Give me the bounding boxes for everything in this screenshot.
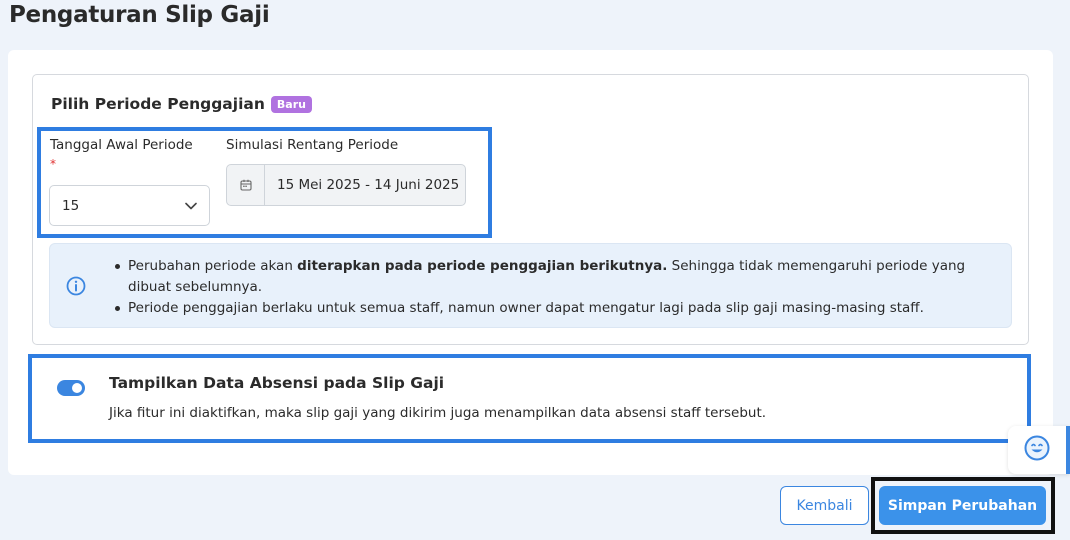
info-list: Perubahan periode akan diterapkan pada p… (110, 256, 1000, 319)
info-icon (66, 276, 86, 300)
simulation-range-value: 15 Mei 2025 - 14 Juni 2025 (277, 177, 460, 193)
start-date-selected-value: 15 (62, 197, 80, 214)
start-date-select[interactable]: 15 (49, 185, 210, 226)
back-button[interactable]: Kembali (780, 486, 869, 525)
toggle-knob (72, 383, 82, 393)
info-bullet-1-bold: diterapkan pada periode penggajian berik… (297, 258, 668, 274)
required-mark: * (50, 157, 56, 171)
period-section-title: Pilih Periode Penggajian Baru (51, 95, 312, 113)
page-title: Pengaturan Slip Gaji (9, 2, 270, 28)
feedback-edge (1066, 426, 1070, 474)
chevron-down-icon (185, 198, 197, 214)
attendance-toggle[interactable] (57, 380, 85, 396)
new-badge: Baru (270, 95, 312, 113)
info-bullet-1: Perubahan periode akan diterapkan pada p… (110, 256, 1000, 298)
save-changes-button[interactable]: Simpan Perubahan (879, 486, 1046, 525)
calendar-icon (227, 165, 265, 205)
info-bullet-2: Periode penggajian berlaku untuk semua s… (110, 298, 1000, 319)
attendance-description: Jika fitur ini diaktifkan, maka slip gaj… (109, 405, 767, 421)
feedback-button[interactable] (1008, 426, 1070, 474)
attendance-title: Tampilkan Data Absensi pada Slip Gaji (109, 374, 445, 392)
simulation-range-field: 15 Mei 2025 - 14 Juni 2025 (226, 164, 466, 206)
period-section-title-text: Pilih Periode Penggajian (51, 95, 265, 113)
start-date-label: Tanggal Awal Periode (50, 137, 193, 153)
info-bullet-1-text: Perubahan periode akan (128, 258, 298, 274)
smiley-icon (1024, 435, 1050, 465)
simulation-label: Simulasi Rentang Periode (226, 137, 399, 153)
